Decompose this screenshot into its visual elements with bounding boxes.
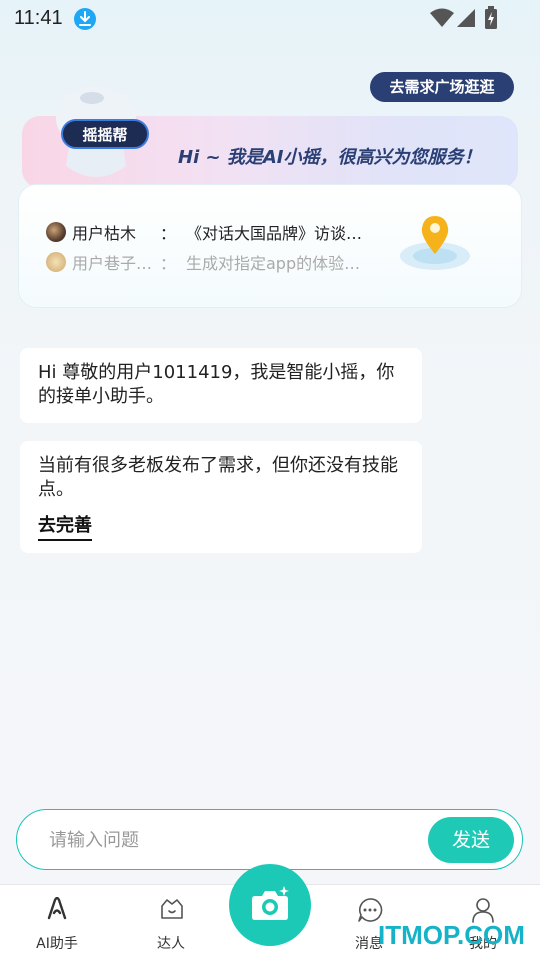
signal-icon (457, 9, 475, 27)
feed-text: 生成对指定app的体验… (186, 254, 361, 273)
question-input[interactable] (49, 824, 419, 856)
tab-label: 达人 (157, 936, 185, 952)
avatar (46, 222, 66, 242)
watermark-text: ITMOP.COM (378, 920, 525, 950)
status-bar: 11:41 (0, 0, 540, 38)
question-input-bar: 发送 (16, 809, 523, 870)
mascot-badge-text: 摇摇帮 (82, 126, 127, 144)
chat-bubble-skills: 当前有很多老板发布了需求，但你还没有技能点。 去完善 (20, 441, 422, 553)
wifi-icon (430, 8, 454, 27)
battery-icon (485, 6, 497, 29)
talent-icon (161, 899, 183, 919)
download-icon (74, 8, 96, 30)
demand-plaza-button[interactable]: 去需求广场逛逛 (370, 72, 514, 102)
chat-bubble-welcome: Hi 尊敬的用户1011419，我是智能小摇，你的接单小助手。 (20, 348, 422, 423)
feed-user: 用户巷子… (72, 254, 153, 273)
feed-text: 《对话大国品牌》访谈… (186, 224, 363, 243)
chat-message: Hi 尊敬的用户1011419，我是智能小摇，你的接单小助手。 (38, 362, 395, 407)
ai-assistant-icon (47, 897, 67, 920)
location-pin-icon (400, 216, 470, 270)
feed-colon: ： (160, 254, 177, 273)
camera-button[interactable] (229, 864, 311, 946)
feed-user: 用户枯木 (72, 224, 137, 243)
greeting-text: Hi ~ 我是AI小摇，很高兴为您服务！ (178, 147, 482, 168)
tab-ai-assistant[interactable]: AI助手 (12, 885, 102, 960)
send-button[interactable]: 发送 (428, 817, 514, 863)
avatar (46, 252, 66, 272)
feed-colon: ： (160, 224, 177, 243)
chat-message: 当前有很多老板发布了需求，但你还没有技能点。 (38, 455, 398, 500)
tab-label: AI助手 (36, 936, 78, 952)
improve-skills-link[interactable]: 去完善 (38, 511, 92, 541)
mascot-robot-icon: 摇摇帮 (56, 86, 149, 177)
status-time: 11:41 (14, 7, 63, 29)
tab-talent[interactable]: 达人 (126, 885, 216, 960)
camera-icon (252, 886, 289, 920)
